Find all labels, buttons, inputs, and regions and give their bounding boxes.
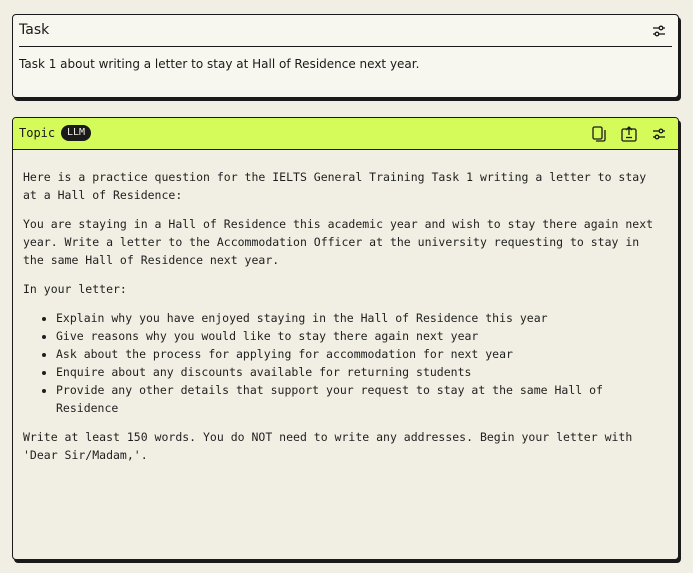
topic-prompt: You are staying in a Hall of Residence t… [23,217,654,267]
topic-content: Here is a practice question for the IELT… [23,168,664,475]
topic-header: Topic LLM [13,118,678,150]
topic-closing: Write at least 150 words. You do NOT nee… [23,430,633,462]
task-description: Task 1 about writing a letter to stay at… [19,57,420,71]
topic-bullet-list: Explain why you have enjoyed staying in … [23,309,664,417]
sliders-icon[interactable] [650,125,668,143]
copy-icon[interactable] [590,125,608,143]
task-card: Task Task 1 about writing a letter to st… [12,14,679,98]
list-item: Give reasons why you would like to stay … [56,327,664,345]
topic-letter-heading: In your letter: [23,282,127,296]
list-item: Explain why you have enjoyed staying in … [56,309,664,327]
list-item: Provide any other details that support y… [56,381,664,417]
list-item: Enquire about any discounts available fo… [56,363,664,381]
task-title: Task [19,22,50,38]
share-icon[interactable] [620,125,638,143]
topic-intro: Here is a practice question for the IELT… [23,170,647,202]
list-item: Ask about the process for applying for a… [56,345,664,363]
sliders-icon[interactable] [650,22,668,40]
llm-badge: LLM [61,125,92,141]
topic-card: Topic LLM Here is a practice question fo… [12,117,679,560]
app-root: Task Task 1 about writing a letter to st… [0,0,693,573]
topic-title: Topic [19,126,56,140]
task-header: Task [19,15,672,47]
